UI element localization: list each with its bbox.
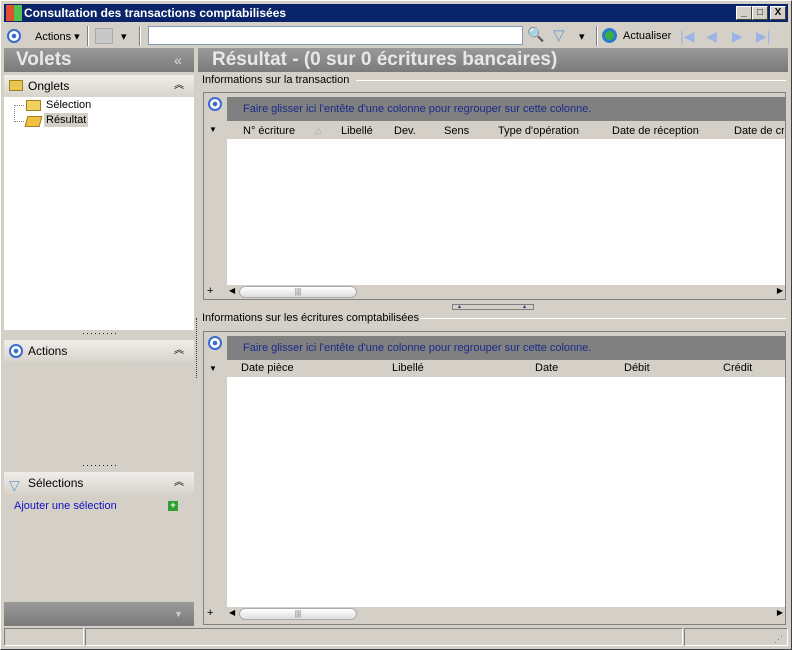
status-panel	[4, 628, 84, 646]
splitter-grip[interactable]: ·········	[82, 329, 118, 338]
first-record-icon[interactable]: |◀	[680, 28, 694, 45]
tabs-tree: Sélection Résultat	[4, 97, 194, 330]
separator	[139, 26, 141, 46]
chevron-down-icon[interactable]: ▼	[174, 609, 183, 619]
tree-item-selection[interactable]: Sélection	[46, 99, 91, 111]
add-selection-link[interactable]: Ajouter une sélection	[14, 500, 117, 512]
scroll-right-icon[interactable]: ▶	[777, 286, 783, 295]
grid-options-icon[interactable]	[208, 97, 222, 111]
status-panel	[85, 628, 683, 646]
folder-open-icon	[24, 116, 43, 127]
filter-icon: ▽	[9, 477, 20, 493]
previous-record-icon[interactable]: ◀	[706, 28, 717, 45]
result-header: Résultat - (0 sur 0 écritures bancaires)	[198, 48, 788, 72]
search-input[interactable]	[148, 26, 523, 45]
refresh-button[interactable]: Actualiser	[623, 30, 671, 42]
separator	[87, 26, 89, 46]
grid-options-icon[interactable]	[208, 336, 222, 350]
filter-dropdown-icon[interactable]: ▾	[579, 30, 585, 43]
group-by-panel[interactable]: Faire glisser ici l'entête d'une colonne…	[227, 97, 785, 121]
column-header[interactable]: Date de cr	[734, 125, 784, 137]
column-header[interactable]: Débit	[624, 362, 650, 374]
panes-header: Volets	[4, 48, 194, 72]
ecritures-group-label: Informations sur les écritures comptabil…	[202, 312, 420, 324]
filter-icon[interactable]: ▽	[553, 26, 565, 44]
pane-overflow-bar	[4, 602, 194, 626]
group-by-panel[interactable]: Faire glisser ici l'entête d'une colonne…	[227, 336, 785, 360]
app-icon	[6, 5, 22, 21]
actions-section-header[interactable]: Actions ︽	[4, 340, 194, 362]
folder-icon	[9, 80, 23, 91]
print-icon[interactable]	[95, 28, 113, 44]
tree-line	[14, 105, 24, 122]
status-panel	[684, 628, 788, 646]
expand-icon[interactable]: +	[207, 285, 213, 297]
ecritures-grid: Faire glisser ici l'entête d'une colonne…	[203, 331, 786, 625]
column-header[interactable]: Dev.	[394, 125, 416, 137]
scrollbar-thumb[interactable]: |||	[239, 608, 357, 620]
splitter-grip[interactable]: ·········	[82, 461, 118, 470]
grid-body	[227, 139, 785, 285]
actions-icon	[9, 344, 23, 358]
actions-section-label: Actions	[28, 344, 68, 358]
column-header[interactable]: N° écriture	[243, 125, 295, 137]
collapse-chevron-icon[interactable]: ︽	[174, 75, 184, 97]
collapse-panes-button[interactable]: «	[174, 52, 182, 68]
selections-label: Sélections	[28, 476, 84, 490]
resize-grip-icon[interactable]: ⋰	[774, 634, 783, 645]
maximize-button[interactable]: □	[752, 6, 768, 20]
divider	[420, 318, 786, 319]
splitter-grip[interactable]	[196, 318, 197, 378]
column-header[interactable]: Date	[535, 362, 558, 374]
tree-item-resultat[interactable]: Résultat	[44, 113, 89, 127]
search-icon[interactable]: 🔍	[527, 26, 544, 43]
vertical-splitter[interactable]: ▲ ▲	[452, 304, 534, 310]
scroll-left-icon[interactable]: ◀	[229, 608, 235, 617]
transaction-grid: Faire glisser ici l'entête d'une colonne…	[203, 92, 786, 300]
scroll-left-icon[interactable]: ◀	[229, 286, 235, 295]
scroll-right-icon[interactable]: ▶	[777, 608, 783, 617]
column-header[interactable]: Crédit	[723, 362, 752, 374]
grid-body	[227, 377, 785, 607]
column-header[interactable]: Type d'opération	[498, 125, 579, 137]
onglets-label: Onglets	[28, 79, 70, 93]
expand-icon[interactable]: +	[207, 607, 213, 619]
column-header[interactable]: Date de réception	[612, 125, 699, 137]
close-button[interactable]: X	[770, 6, 786, 20]
onglets-section-header[interactable]: Onglets ︽	[4, 75, 194, 97]
title-bar: Consultation des transactions comptabili…	[4, 4, 788, 22]
horizontal-scrollbar[interactable]: + ◀ ||| ▶	[207, 285, 785, 299]
actions-menu-button[interactable]: Actions ▾	[35, 30, 80, 43]
panes-title: Volets	[16, 49, 72, 70]
page-title: Résultat - (0 sur 0 écritures bancaires)	[212, 49, 558, 70]
selections-section-header[interactable]: ▽ Sélections ︽	[4, 472, 194, 494]
separator	[596, 26, 598, 46]
folder-icon	[26, 100, 41, 111]
minimize-button[interactable]: _	[736, 6, 752, 20]
sort-ascending-icon: △	[315, 125, 322, 135]
next-record-icon[interactable]: ▶	[732, 28, 743, 45]
column-header[interactable]: Libellé	[341, 125, 373, 137]
column-chooser-icon[interactable]: ▼	[209, 125, 217, 134]
actions-label: Actions	[35, 31, 72, 43]
add-icon[interactable]: +	[168, 501, 178, 511]
refresh-icon[interactable]	[602, 28, 617, 43]
last-record-icon[interactable]: ▶|	[756, 28, 770, 45]
print-dropdown-icon[interactable]: ▾	[121, 30, 127, 43]
column-header[interactable]: Sens	[444, 125, 469, 137]
column-header[interactable]: Libellé	[392, 362, 424, 374]
collapse-chevron-icon[interactable]: ︽	[174, 472, 184, 494]
divider	[356, 80, 786, 81]
app-menu-icon[interactable]	[7, 29, 21, 43]
scrollbar-thumb[interactable]: |||	[239, 286, 357, 298]
transaction-group-label: Informations sur la transaction	[202, 74, 350, 86]
horizontal-scrollbar[interactable]: + ◀ ||| ▶	[207, 607, 785, 621]
column-chooser-icon[interactable]: ▼	[209, 364, 217, 373]
collapse-chevron-icon[interactable]: ︽	[174, 340, 184, 362]
column-header[interactable]: Date pièce	[241, 362, 294, 374]
tree-line	[14, 105, 24, 106]
